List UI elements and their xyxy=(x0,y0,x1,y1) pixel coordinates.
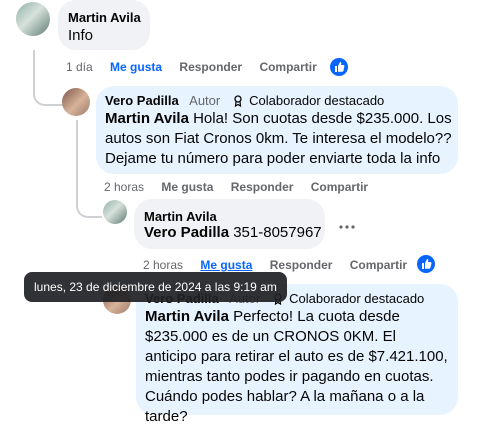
reply-button[interactable]: Responder xyxy=(270,258,333,272)
comment-text: Martin Avila Hola! Son cuotas desde $235… xyxy=(105,110,452,167)
comment-bubble-2: Vero Padilla Autor Colaborador destacado… xyxy=(96,86,458,174)
comment-text: Vero Padilla 351-8057967 xyxy=(144,224,322,241)
reply-button[interactable]: Responder xyxy=(231,180,294,194)
comment-bubble-4: Vero Padilla Autor Colaborador destacado… xyxy=(136,284,458,425)
like-button[interactable]: Me gusta xyxy=(110,60,162,74)
thumbs-up-icon xyxy=(330,58,348,76)
comment-author[interactable]: Martin Avila xyxy=(144,209,217,224)
share-button[interactable]: Compartir xyxy=(311,180,368,194)
share-button[interactable]: Compartir xyxy=(350,258,407,272)
comment-bubble-1: Martin Avila Info xyxy=(58,0,150,50)
comment-actions-2: 2 horas Me gusta Responder Compartir xyxy=(104,180,382,194)
avatar-martin[interactable] xyxy=(103,200,127,224)
comment-timestamp[interactable]: 2 horas xyxy=(143,258,183,272)
comment-timestamp[interactable]: 2 horas xyxy=(104,180,144,194)
comment-actions-3: 2 horas Me gusta Responder Compartir xyxy=(143,258,421,272)
timestamp-tooltip: lunes, 23 de diciembre de 2024 a las 9:1… xyxy=(24,272,287,302)
author-role-label: Autor xyxy=(189,93,221,108)
avatar-martin[interactable] xyxy=(16,2,50,36)
more-options-icon[interactable] xyxy=(337,218,357,229)
thumbs-up-icon xyxy=(417,255,435,273)
comment-author[interactable]: Martin Avila xyxy=(68,10,141,25)
contributor-badge-icon xyxy=(233,94,243,108)
like-button[interactable]: Me gusta xyxy=(200,258,252,272)
mention-link[interactable]: Martin Avila xyxy=(145,308,229,325)
comment-actions-1: 1 día Me gusta Responder Compartir xyxy=(66,60,331,74)
mention-link[interactable]: Martin Avila xyxy=(105,110,189,127)
contributor-badge-label: Colaborador destacado xyxy=(289,291,425,306)
comment-text: Martin Avila Perfecto! La cuota desde $2… xyxy=(145,308,448,425)
like-button[interactable]: Me gusta xyxy=(161,180,213,194)
comment-bubble-3: Martin Avila Vero Padilla 351-8057967 xyxy=(134,199,325,249)
thread-line-1 xyxy=(33,50,63,106)
comment-timestamp[interactable]: 1 día xyxy=(66,60,93,74)
contributor-badge-label: Colaborador destacado xyxy=(249,93,385,108)
reply-button[interactable]: Responder xyxy=(179,60,242,74)
avatar-vero[interactable] xyxy=(62,88,90,116)
share-button[interactable]: Compartir xyxy=(259,60,316,74)
comment-text: Info xyxy=(68,27,94,44)
comment-author[interactable]: Vero Padilla xyxy=(105,93,179,108)
mention-link[interactable]: Vero Padilla xyxy=(144,224,229,241)
